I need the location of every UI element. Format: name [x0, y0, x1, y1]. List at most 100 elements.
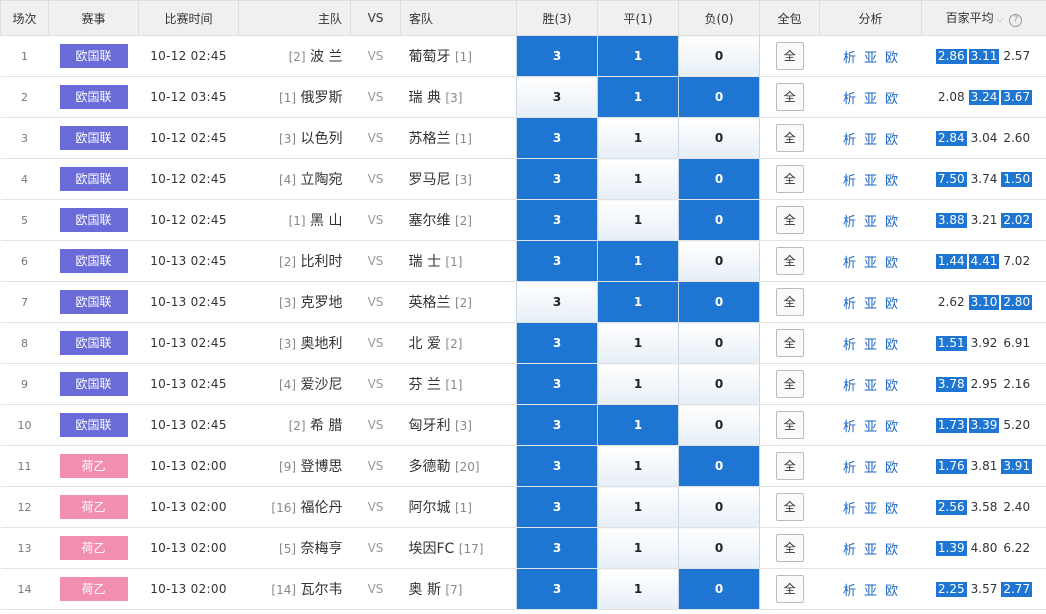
home-team[interactable]: 瓦尔韦 — [301, 582, 343, 598]
draw-option[interactable]: 1 — [597, 486, 679, 528]
home-team[interactable]: 奈梅亨 — [301, 541, 343, 557]
league-badge[interactable]: 欧国联 — [59, 44, 128, 68]
euro-odds-link[interactable]: 欧 — [885, 256, 898, 271]
draw-option[interactable]: 1 — [597, 240, 679, 282]
lose-option[interactable]: 0 — [678, 158, 760, 200]
away-team[interactable]: 芬 兰 — [409, 377, 441, 393]
lose-option[interactable]: 0 — [678, 568, 760, 610]
select-all-button[interactable]: 全 — [775, 124, 804, 152]
lose-option[interactable]: 0 — [678, 117, 760, 159]
draw-option[interactable]: 1 — [597, 199, 679, 241]
header-avg[interactable]: 百家平均 ⌵? — [921, 0, 1046, 36]
home-team[interactable]: 俄罗斯 — [301, 90, 343, 106]
euro-odds-link[interactable]: 欧 — [885, 338, 898, 353]
asian-odds-link[interactable]: 亚 — [864, 461, 877, 476]
away-team[interactable]: 苏格兰 — [409, 131, 451, 147]
draw-option[interactable]: 1 — [597, 322, 679, 364]
home-team[interactable]: 比利时 — [301, 254, 343, 270]
league-badge[interactable]: 荷乙 — [59, 577, 128, 601]
euro-odds-link[interactable]: 欧 — [885, 51, 898, 66]
away-team[interactable]: 罗马尼 — [409, 172, 451, 188]
draw-option[interactable]: 1 — [597, 363, 679, 405]
win-option[interactable]: 3 — [516, 158, 598, 200]
league-badge[interactable]: 欧国联 — [59, 167, 128, 191]
away-team[interactable]: 多德勒 — [409, 459, 451, 475]
win-option[interactable]: 3 — [516, 76, 598, 118]
analysis-link[interactable]: 析 — [843, 584, 856, 599]
league-badge[interactable]: 欧国联 — [59, 249, 128, 273]
league-badge[interactable]: 荷乙 — [59, 536, 128, 560]
select-all-button[interactable]: 全 — [775, 452, 804, 480]
draw-option[interactable]: 1 — [597, 158, 679, 200]
select-all-button[interactable]: 全 — [775, 42, 804, 70]
draw-option[interactable]: 1 — [597, 445, 679, 487]
draw-option[interactable]: 1 — [597, 76, 679, 118]
asian-odds-link[interactable]: 亚 — [864, 174, 877, 189]
euro-odds-link[interactable]: 欧 — [885, 543, 898, 558]
asian-odds-link[interactable]: 亚 — [864, 420, 877, 435]
chevron-down-icon[interactable]: ⌵ — [997, 15, 1004, 25]
euro-odds-link[interactable]: 欧 — [885, 420, 898, 435]
asian-odds-link[interactable]: 亚 — [864, 379, 877, 394]
league-badge[interactable]: 欧国联 — [59, 372, 128, 396]
select-all-button[interactable]: 全 — [775, 247, 804, 275]
win-option[interactable]: 3 — [516, 445, 598, 487]
lose-option[interactable]: 0 — [678, 76, 760, 118]
analysis-link[interactable]: 析 — [843, 461, 856, 476]
win-option[interactable]: 3 — [516, 117, 598, 159]
away-team[interactable]: 葡萄牙 — [409, 49, 451, 65]
home-team[interactable]: 希 腊 — [310, 418, 342, 434]
euro-odds-link[interactable]: 欧 — [885, 92, 898, 107]
win-option[interactable]: 3 — [516, 363, 598, 405]
analysis-link[interactable]: 析 — [843, 92, 856, 107]
league-badge[interactable]: 欧国联 — [59, 208, 128, 232]
euro-odds-link[interactable]: 欧 — [885, 584, 898, 599]
analysis-link[interactable]: 析 — [843, 51, 856, 66]
select-all-button[interactable]: 全 — [775, 493, 804, 521]
draw-option[interactable]: 1 — [597, 568, 679, 610]
away-team[interactable]: 奥 斯 — [409, 582, 441, 598]
lose-option[interactable]: 0 — [678, 35, 760, 77]
league-badge[interactable]: 欧国联 — [59, 290, 128, 314]
draw-option[interactable]: 1 — [597, 527, 679, 569]
league-badge[interactable]: 欧国联 — [59, 413, 128, 437]
away-team[interactable]: 匈牙利 — [409, 418, 451, 434]
win-option[interactable]: 3 — [516, 240, 598, 282]
win-option[interactable]: 3 — [516, 322, 598, 364]
win-option[interactable]: 3 — [516, 281, 598, 323]
euro-odds-link[interactable]: 欧 — [885, 215, 898, 230]
select-all-button[interactable]: 全 — [775, 206, 804, 234]
select-all-button[interactable]: 全 — [775, 411, 804, 439]
select-all-button[interactable]: 全 — [775, 165, 804, 193]
home-team[interactable]: 爱沙尼 — [301, 377, 343, 393]
win-option[interactable]: 3 — [516, 568, 598, 610]
select-all-button[interactable]: 全 — [775, 329, 804, 357]
league-badge[interactable]: 荷乙 — [59, 495, 128, 519]
select-all-button[interactable]: 全 — [775, 83, 804, 111]
away-team[interactable]: 瑞 典 — [409, 90, 441, 106]
win-option[interactable]: 3 — [516, 527, 598, 569]
analysis-link[interactable]: 析 — [843, 502, 856, 517]
away-team[interactable]: 阿尔城 — [409, 500, 451, 516]
select-all-button[interactable]: 全 — [775, 288, 804, 316]
analysis-link[interactable]: 析 — [843, 256, 856, 271]
euro-odds-link[interactable]: 欧 — [885, 174, 898, 189]
home-team[interactable]: 波 兰 — [310, 49, 342, 65]
analysis-link[interactable]: 析 — [843, 379, 856, 394]
away-team[interactable]: 塞尔维 — [409, 213, 451, 229]
help-icon[interactable]: ? — [1009, 14, 1023, 27]
draw-option[interactable]: 1 — [597, 281, 679, 323]
lose-option[interactable]: 0 — [678, 199, 760, 241]
draw-option[interactable]: 1 — [597, 404, 679, 446]
lose-option[interactable]: 0 — [678, 281, 760, 323]
analysis-link[interactable]: 析 — [843, 338, 856, 353]
asian-odds-link[interactable]: 亚 — [864, 338, 877, 353]
league-badge[interactable]: 欧国联 — [59, 126, 128, 150]
win-option[interactable]: 3 — [516, 35, 598, 77]
draw-option[interactable]: 1 — [597, 35, 679, 77]
lose-option[interactable]: 0 — [678, 322, 760, 364]
home-team[interactable]: 以色列 — [301, 131, 343, 147]
asian-odds-link[interactable]: 亚 — [864, 502, 877, 517]
asian-odds-link[interactable]: 亚 — [864, 256, 877, 271]
asian-odds-link[interactable]: 亚 — [864, 584, 877, 599]
